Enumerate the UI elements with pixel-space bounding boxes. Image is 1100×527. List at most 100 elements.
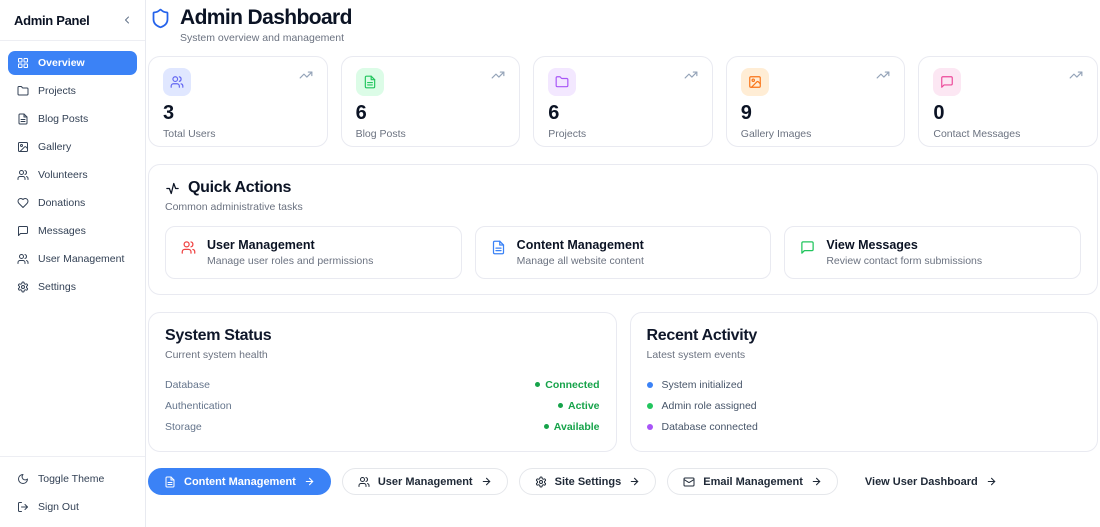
activity-item: System initialized xyxy=(647,374,1082,395)
status-dot-icon xyxy=(544,424,549,429)
shield-icon xyxy=(150,8,171,29)
quick-actions-panel: Quick Actions Common administrative task… xyxy=(148,164,1098,295)
button-label: Email Management xyxy=(703,476,803,488)
stat-card-gallery-images[interactable]: 9 Gallery Images xyxy=(726,56,906,147)
sign-out-button[interactable]: Sign Out xyxy=(8,495,137,519)
toggle-theme-label: Toggle Theme xyxy=(38,473,104,485)
sidebar-header: Admin Panel xyxy=(0,0,145,41)
moon-icon xyxy=(17,473,29,485)
view-user-dashboard-link[interactable]: View User Dashboard xyxy=(849,468,1013,495)
sidebar-item-label: Messages xyxy=(38,225,86,237)
message-square-icon xyxy=(17,225,29,237)
status-label: Database xyxy=(165,379,210,391)
main-content: Admin Dashboard System overview and mana… xyxy=(146,0,1100,527)
stat-value: 9 xyxy=(741,103,891,123)
file-text-icon xyxy=(356,68,384,96)
sidebar-item-projects[interactable]: Projects xyxy=(8,79,137,103)
button-label: View User Dashboard xyxy=(865,476,978,488)
file-text-icon xyxy=(491,240,506,255)
users-icon xyxy=(163,68,191,96)
page-subtitle: System overview and management xyxy=(180,32,352,44)
system-status-title: System Status xyxy=(165,327,600,345)
stat-label: Blog Posts xyxy=(356,128,506,140)
user-management-button[interactable]: User Management xyxy=(342,468,508,495)
quick-actions-subtitle: Common administrative tasks xyxy=(165,201,1081,213)
status-badge: Connected xyxy=(535,379,599,391)
folder-icon xyxy=(548,68,576,96)
sidebar-item-label: Overview xyxy=(38,57,85,69)
sidebar-item-volunteers[interactable]: Volunteers xyxy=(8,163,137,187)
quick-action-content-management[interactable]: Content Management Manage all website co… xyxy=(475,226,772,279)
activity-dot-icon xyxy=(647,403,653,409)
button-label: User Management xyxy=(378,476,473,488)
sidebar-item-label: User Management xyxy=(38,253,124,265)
users-icon xyxy=(17,253,29,265)
stat-value: 0 xyxy=(933,103,1083,123)
sidebar-item-user-management[interactable]: User Management xyxy=(8,247,137,271)
toggle-theme-button[interactable]: Toggle Theme xyxy=(8,467,137,491)
users-icon xyxy=(17,169,29,181)
sidebar-item-label: Settings xyxy=(38,281,76,293)
gear-icon xyxy=(535,476,547,488)
quick-action-title: View Messages xyxy=(826,238,982,252)
site-settings-button[interactable]: Site Settings xyxy=(519,468,657,495)
arrow-right-icon xyxy=(481,476,492,487)
status-label: Authentication xyxy=(165,400,232,412)
stat-card-contact-messages[interactable]: 0 Contact Messages xyxy=(918,56,1098,147)
sidebar-item-messages[interactable]: Messages xyxy=(8,219,137,243)
status-row-storage: Storage Available xyxy=(165,416,600,437)
trending-up-icon xyxy=(299,68,313,82)
sidebar: Admin Panel Overview Projects Blog Posts… xyxy=(0,0,146,527)
sidebar-item-blog-posts[interactable]: Blog Posts xyxy=(8,107,137,131)
stat-label: Contact Messages xyxy=(933,128,1083,140)
arrow-right-icon xyxy=(986,476,997,487)
message-square-icon xyxy=(800,240,815,255)
activity-icon xyxy=(165,181,180,196)
file-text-icon xyxy=(17,113,29,125)
sidebar-item-label: Donations xyxy=(38,197,85,209)
recent-activity-panel: Recent Activity Latest system events Sys… xyxy=(630,312,1099,452)
message-square-icon xyxy=(933,68,961,96)
sidebar-item-gallery[interactable]: Gallery xyxy=(8,135,137,159)
status-row-database: Database Connected xyxy=(165,374,600,395)
quick-action-title: User Management xyxy=(207,238,373,252)
quick-action-user-management[interactable]: User Management Manage user roles and pe… xyxy=(165,226,462,279)
status-dot-icon xyxy=(558,403,563,408)
app-title: Admin Panel xyxy=(14,13,89,28)
quick-action-title: Content Management xyxy=(517,238,644,252)
quick-action-desc: Manage user roles and permissions xyxy=(207,255,373,267)
gear-icon xyxy=(17,281,29,293)
sidebar-item-donations[interactable]: Donations xyxy=(8,191,137,215)
collapse-sidebar-icon[interactable] xyxy=(121,14,133,26)
sidebar-item-label: Gallery xyxy=(38,141,71,153)
stat-label: Projects xyxy=(548,128,698,140)
status-dot-icon xyxy=(535,382,540,387)
stat-card-blog-posts[interactable]: 6 Blog Posts xyxy=(341,56,521,147)
activity-dot-icon xyxy=(647,382,653,388)
sidebar-item-overview[interactable]: Overview xyxy=(8,51,137,75)
arrow-right-icon xyxy=(811,476,822,487)
stats-row: 3 Total Users 6 Blog Posts 6 Projects xyxy=(148,56,1098,147)
sign-out-label: Sign Out xyxy=(38,501,79,513)
stat-label: Total Users xyxy=(163,128,313,140)
trending-up-icon xyxy=(876,68,890,82)
email-management-button[interactable]: Email Management xyxy=(667,468,838,495)
layout-grid-icon xyxy=(17,57,29,69)
sidebar-item-settings[interactable]: Settings xyxy=(8,275,137,299)
quick-action-desc: Manage all website content xyxy=(517,255,644,267)
stat-card-projects[interactable]: 6 Projects xyxy=(533,56,713,147)
content-management-button[interactable]: Content Management xyxy=(148,468,331,495)
status-row-authentication: Authentication Active xyxy=(165,395,600,416)
image-icon xyxy=(741,68,769,96)
stat-card-total-users[interactable]: 3 Total Users xyxy=(148,56,328,147)
quick-action-view-messages[interactable]: View Messages Review contact form submis… xyxy=(784,226,1081,279)
activity-item: Database connected xyxy=(647,416,1082,437)
trending-up-icon xyxy=(684,68,698,82)
stat-value: 6 xyxy=(356,103,506,123)
status-badge: Active xyxy=(558,400,600,412)
recent-activity-title: Recent Activity xyxy=(647,327,1082,345)
status-badge: Available xyxy=(544,421,600,433)
arrow-right-icon xyxy=(304,476,315,487)
system-status-subtitle: Current system health xyxy=(165,349,600,361)
log-out-icon xyxy=(17,501,29,513)
